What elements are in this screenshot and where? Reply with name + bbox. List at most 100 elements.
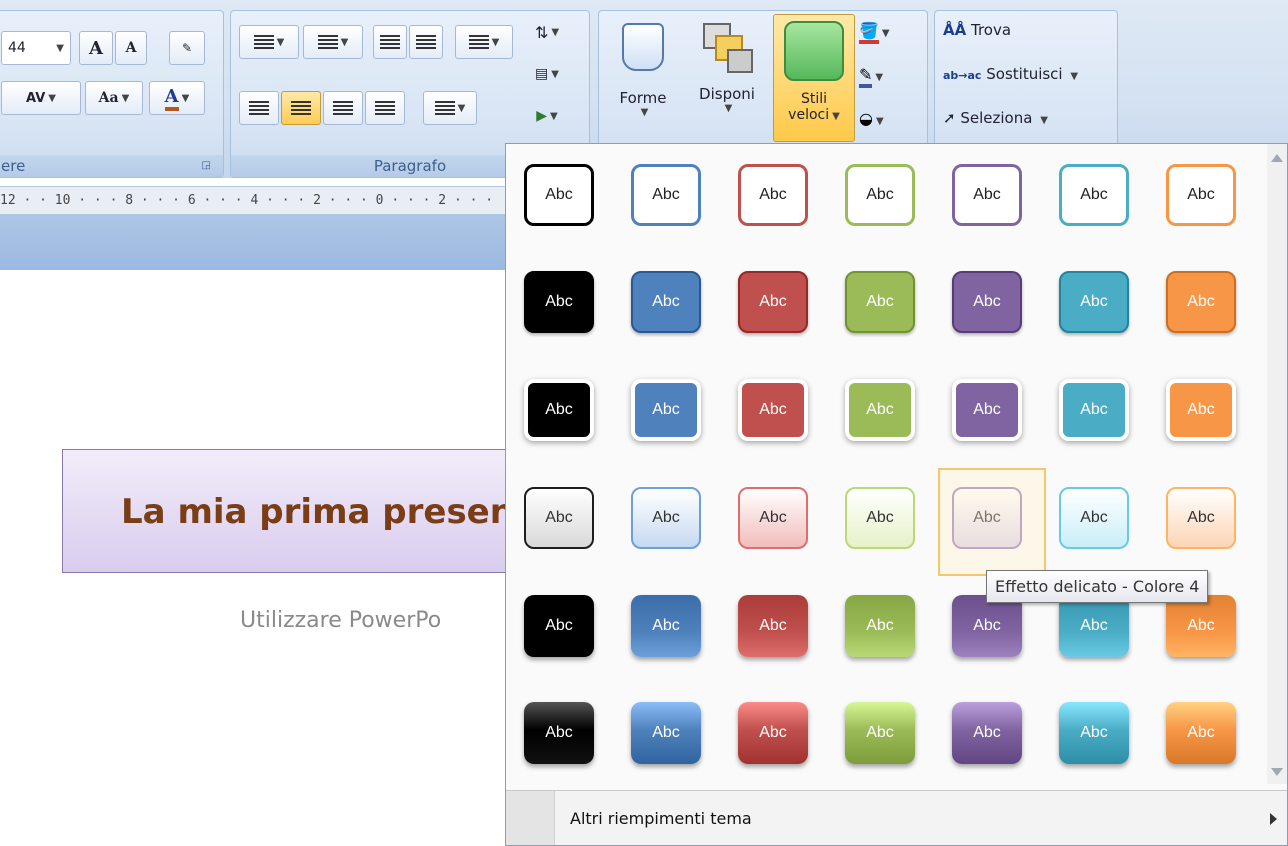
quick-style-swatch[interactable]: Abc [631,164,701,226]
quick-style-swatch[interactable]: Abc [738,271,808,333]
change-case-button[interactable]: Aa ▼ [85,81,143,115]
arrange-button[interactable]: Disponi ▼ [685,19,769,131]
quick-style-swatch[interactable]: Abc [524,595,594,657]
clear-format-button[interactable]: ✎ [169,31,205,65]
quick-style-swatch[interactable]: Abc [845,595,915,657]
grow-font-button[interactable]: A [79,31,113,65]
quick-style-swatch[interactable]: Abc [738,379,808,441]
quick-style-swatch[interactable]: Abc [738,487,808,549]
replace-label: Sostituisci [986,65,1063,83]
swatch-label: Abc [652,401,680,418]
find-label: Trova [971,21,1012,39]
quick-style-swatch[interactable]: Abc [524,487,594,549]
quick-style-swatch[interactable]: Abc [631,271,701,333]
gallery-scrollbar[interactable] [1267,144,1287,784]
quick-style-swatch[interactable]: Abc [1059,379,1129,441]
shape-effects-button[interactable]: ◒ ▼ [859,109,915,139]
font-color-button[interactable]: A ▼ [149,81,205,115]
quick-style-swatch[interactable]: Abc [1059,164,1129,226]
quick-style-swatch[interactable]: Abc [738,702,808,764]
quick-styles-button[interactable]: Stili veloci ▼ [773,14,855,142]
quick-style-swatch[interactable]: Abc [952,271,1022,333]
quick-style-swatch[interactable]: Abc [631,379,701,441]
align-center-button[interactable] [281,91,321,125]
replace-button[interactable]: ab→ac Sostituisci ▼ [943,65,1078,83]
bullets-button[interactable]: ▼ [239,25,299,59]
quick-style-swatch[interactable]: Abc [952,379,1022,441]
line-spacing-button[interactable]: ▼ [455,25,513,59]
text-direction-button[interactable]: ⇅ ▼ [527,15,567,49]
align-text-button[interactable]: ▤ ▼ [527,57,567,91]
quick-style-swatch[interactable]: Abc [524,379,594,441]
find-button[interactable]: ÅÅ Trova [943,21,1011,39]
quick-style-swatch[interactable]: Abc [845,702,915,764]
quick-style-swatch[interactable]: Abc [845,487,915,549]
numbering-button[interactable]: ▼ [303,25,363,59]
swatch-label: Abc [759,186,787,203]
slide-subtitle[interactable]: Utilizzare PowerPo [240,608,441,633]
swatch-label: Abc [1080,509,1108,526]
chevron-down-icon: ▼ [875,116,884,127]
quick-style-swatch[interactable]: Abc [952,702,1022,764]
quick-style-swatch[interactable]: Abc [524,271,594,333]
shapes-label: Forme [619,89,667,107]
quick-style-swatch[interactable]: Abc [631,702,701,764]
shapes-button[interactable]: Forme ▼ [605,19,681,131]
more-theme-fills-item[interactable]: Altri riempimenti tema [506,790,1287,845]
decrease-indent-button[interactable] [373,25,407,59]
swatch-label: Abc [973,617,1001,634]
swatch-label: Abc [973,724,1001,741]
swatch-label: Abc [759,617,787,634]
quick-style-swatch[interactable]: Abc [1166,164,1236,226]
line-spacing-icon [468,35,489,49]
quick-style-swatch[interactable]: Abc [1059,595,1129,657]
quick-style-swatch[interactable]: Abc [631,595,701,657]
increase-indent-button[interactable] [409,25,443,59]
quick-style-swatch[interactable]: Abc [845,164,915,226]
select-button[interactable]: ➚ Seleziona ▼ [943,109,1048,127]
scroll-down-icon[interactable] [1271,768,1283,776]
dialog-launcher-icon[interactable]: ◲ [202,155,211,177]
slide-title-placeholder[interactable]: La mia prima presen [62,449,522,573]
justify-button[interactable] [365,91,405,125]
quick-style-swatch[interactable]: Abc [1059,702,1129,764]
quick-style-swatch[interactable]: Abc [1166,379,1236,441]
font-color-label: A [164,86,179,111]
quick-style-swatch[interactable]: Abc [952,164,1022,226]
smartart-button[interactable]: ▶ ▼ [527,99,567,133]
swatch-label: Abc [1187,186,1215,203]
quick-style-swatch[interactable]: Abc [1059,271,1129,333]
font-group-label-text: ere [1,157,26,175]
quick-style-swatch[interactable]: Abc [1166,702,1236,764]
align-right-button[interactable] [323,91,363,125]
chevron-down-icon: ▼ [48,92,56,104]
quick-styles-icon [784,21,844,81]
font-size-box[interactable]: 44 ▼ [1,31,71,65]
quick-style-swatch[interactable]: Abc [1166,487,1236,549]
font-size-value: 44 [8,40,26,56]
scroll-up-icon[interactable] [1271,154,1283,162]
quick-style-swatch[interactable]: Abc [631,487,701,549]
chevron-down-icon: ▼ [550,110,558,122]
align-center-icon [291,101,311,115]
columns-button[interactable]: ▼ [423,91,477,125]
quick-style-swatch[interactable]: Abc [1059,487,1129,549]
quick-style-swatch[interactable]: Abc [738,595,808,657]
quick-style-swatch[interactable]: Abc [1166,271,1236,333]
smartart-icon: ▶ [536,108,548,124]
change-case-label: Aa [98,90,119,106]
shape-outline-button[interactable]: ✎ ▼ [859,65,915,95]
char-spacing-button[interactable]: AV ▼ [1,81,81,115]
shrink-font-button[interactable]: A [115,31,147,65]
quick-style-swatch[interactable]: Abc [845,271,915,333]
quick-style-swatch[interactable]: Abc [524,164,594,226]
swatch-label: Abc [1080,724,1108,741]
swatch-label: Abc [759,293,787,310]
shape-fill-button[interactable]: 🪣 ▼ [859,21,915,51]
quick-style-swatch[interactable]: Abc [1166,595,1236,657]
quick-style-swatch[interactable]: Abc [845,379,915,441]
quick-style-swatch[interactable]: Abc [952,595,1022,657]
quick-style-swatch[interactable]: Abc [524,702,594,764]
quick-style-swatch[interactable]: Abc [738,164,808,226]
align-left-button[interactable] [239,91,279,125]
